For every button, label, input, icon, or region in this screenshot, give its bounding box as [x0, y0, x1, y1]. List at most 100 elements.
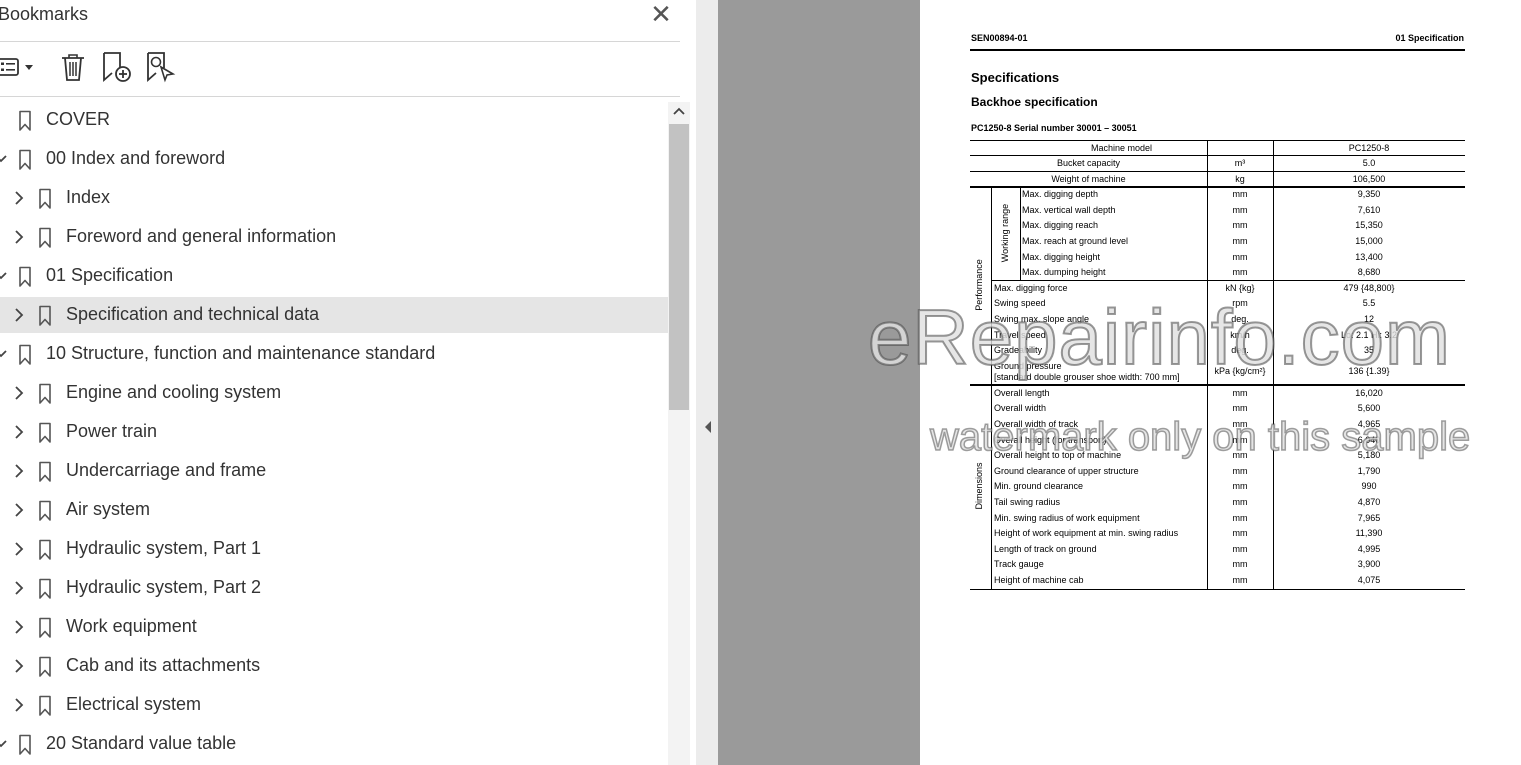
table-row-unit: mm — [1232, 403, 1248, 414]
table-header-value: PC1250-8 — [1348, 143, 1390, 153]
trash-icon[interactable] — [58, 50, 88, 84]
page-subtitle: Backhoe specification — [971, 95, 1098, 109]
chevron-right-icon[interactable] — [12, 617, 26, 637]
table-row-value: 7,965 — [1357, 512, 1381, 523]
bookmark-label: Undercarriage and frame — [66, 460, 267, 480]
table-row-label: Length of track on ground — [994, 543, 1097, 554]
chevron-right-icon[interactable] — [12, 578, 26, 598]
table-row-label: Weight of machine — [1051, 173, 1126, 184]
bookmark-icon — [38, 188, 52, 210]
scroll-up-icon[interactable] — [672, 105, 686, 119]
close-icon[interactable]: ✕ — [648, 0, 674, 30]
bookmark-icon — [38, 227, 52, 249]
table-row-unit: kg — [1235, 173, 1245, 184]
section-header: 01 Specification — [1395, 33, 1464, 43]
panel-title: Bookmarks — [0, 4, 89, 24]
table-row-value: 5,180 — [1357, 450, 1381, 461]
bookmark-item[interactable]: 00 Index and foreword — [0, 141, 668, 177]
find-current-bookmark-icon[interactable] — [144, 50, 178, 84]
bookmark-label: COVER — [46, 109, 111, 129]
bookmark-icon — [38, 617, 52, 639]
chevron-down-icon[interactable] — [0, 734, 8, 754]
bookmark-item[interactable]: Undercarriage and frame — [0, 453, 668, 489]
chevron-down-icon[interactable] — [0, 149, 8, 169]
bookmark-item[interactable]: Hydraulic system, Part 1 — [0, 531, 668, 567]
bookmark-options-icon[interactable] — [0, 50, 38, 84]
table-row-unit: mm — [1232, 204, 1248, 215]
bookmark-item[interactable]: Air system — [0, 492, 668, 528]
table-row-value: 8,680 — [1357, 267, 1381, 278]
bookmark-label: Specification and technical data — [66, 304, 320, 324]
table-row-label: Ground clearance of upper structure — [994, 465, 1139, 476]
table-row-label: Track gauge — [994, 559, 1044, 570]
table-row-value: 15,350 — [1355, 220, 1383, 231]
group-label-performance: Performance — [974, 259, 984, 311]
table-row-unit: mm — [1232, 497, 1248, 507]
bookmark-icon — [38, 461, 52, 483]
divider — [0, 41, 680, 42]
chevron-right-icon[interactable] — [12, 656, 26, 676]
chevron-down-icon[interactable] — [0, 344, 8, 364]
table-row-unit: mm — [1232, 267, 1248, 278]
table-row-label: Max. digging force — [994, 282, 1068, 293]
chevron-right-icon[interactable] — [12, 422, 26, 442]
bookmark-item[interactable]: Index — [0, 180, 668, 216]
chevron-right-icon[interactable] — [12, 500, 26, 520]
table-rule — [970, 588, 1465, 590]
table-row-label: Overall height (for transport) — [994, 434, 1107, 445]
chevron-down-icon[interactable] — [0, 266, 8, 286]
bookmark-icon — [18, 734, 32, 756]
chevron-right-icon[interactable] — [12, 461, 26, 481]
table-rule — [1020, 186, 1021, 280]
chevron-right-icon[interactable] — [12, 305, 26, 325]
bookmark-icon — [18, 344, 32, 366]
bookmark-item[interactable]: Specification and technical data — [0, 297, 668, 333]
bookmark-icon — [18, 149, 32, 171]
table-row-value: 990 — [1361, 481, 1377, 492]
bookmark-label: Electrical system — [66, 694, 202, 714]
table-row-label: Overall width — [994, 403, 1047, 414]
bookmark-item[interactable]: COVER — [0, 102, 668, 138]
bookmark-item[interactable]: 01 Specification — [0, 258, 668, 294]
serial-line: PC1250-8 Serial number 30001 – 30051 — [971, 123, 1137, 133]
chevron-right-icon[interactable] — [12, 188, 26, 208]
table-row-label: Bucket capacity — [1056, 158, 1121, 168]
table-row-unit: mm — [1232, 387, 1248, 398]
bookmark-item[interactable]: Work equipment — [0, 609, 668, 645]
bookmark-item[interactable]: 10 Structure, function and maintenance s… — [0, 336, 668, 372]
chevron-right-icon[interactable] — [12, 539, 26, 559]
bookmark-item[interactable]: Cab and its attachments — [0, 648, 668, 684]
table-row-unit: deg. — [1231, 345, 1249, 356]
table-row-value: 479 {48,800} — [1343, 282, 1395, 293]
table-row-value: 13,400 — [1355, 251, 1383, 262]
table-row-value: 35 — [1363, 345, 1374, 356]
chevron-right-icon[interactable] — [12, 695, 26, 715]
bookmark-item[interactable]: Foreword and general information — [0, 219, 668, 255]
bookmark-label: Hydraulic system, Part 2 — [66, 577, 262, 597]
bookmark-item[interactable]: Engine and cooling system — [0, 375, 668, 411]
bookmark-item[interactable]: Power train — [0, 414, 668, 450]
bookmark-label: Foreword and general information — [66, 226, 337, 246]
table-row-value: 4,965 — [1357, 419, 1381, 429]
chevron-right-icon[interactable] — [12, 383, 26, 403]
panel-splitter[interactable] — [696, 0, 718, 765]
bookmark-item[interactable]: Hydraulic system, Part 2 — [0, 570, 668, 606]
chevron-right-icon[interactable] — [12, 227, 26, 247]
scrollbar-thumb[interactable] — [669, 124, 689, 410]
bookmark-icon — [38, 383, 52, 405]
bookmark-item[interactable]: 20 Standard value table — [0, 726, 668, 762]
bookmark-label: 01 Specification — [46, 265, 174, 285]
new-bookmark-icon[interactable] — [100, 50, 134, 84]
table-row-label: Swing speed — [994, 298, 1046, 309]
table-row-unit: kN {kg} — [1225, 282, 1255, 293]
bookmark-item[interactable]: Electrical system — [0, 687, 668, 723]
table-row-label: Max. digging reach — [1022, 220, 1099, 231]
bookmark-label: Work equipment — [66, 616, 197, 636]
table-row-unit: mm — [1232, 251, 1248, 262]
bookmark-label: 20 Standard value table — [46, 733, 237, 753]
table-rule — [991, 383, 992, 589]
table-rule — [1273, 140, 1274, 589]
bookmark-label: Hydraulic system, Part 1 — [66, 538, 262, 558]
table-row-label: Min. ground clearance — [994, 481, 1084, 492]
collapse-panel-icon[interactable] — [703, 419, 713, 435]
